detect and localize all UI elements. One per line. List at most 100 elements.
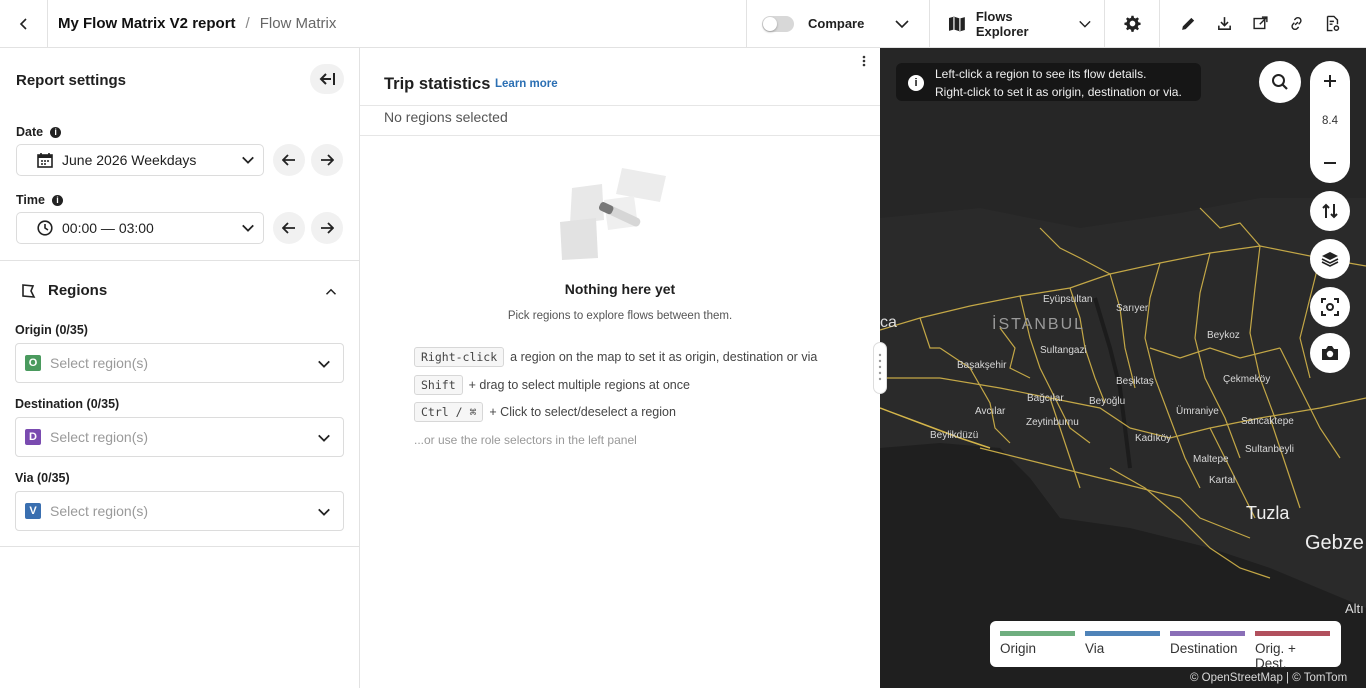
map-search-button[interactable] bbox=[1259, 61, 1301, 103]
map-label-beylikduzu: Beylikdüzü bbox=[930, 430, 979, 441]
key-ctrl: Ctrl / ⌘ bbox=[414, 402, 484, 422]
info-icon: i bbox=[908, 75, 924, 91]
mode-section: Flows Explorer bbox=[929, 0, 1105, 47]
copy-link-button[interactable] bbox=[1284, 12, 1308, 36]
layers-icon bbox=[1321, 252, 1339, 267]
map-attribution[interactable]: © OpenStreetMap | © TomTom bbox=[1190, 672, 1347, 684]
compare-dropdown-button[interactable] bbox=[890, 12, 914, 36]
legend-item-origin: Origin bbox=[1000, 631, 1075, 656]
clock-icon bbox=[37, 220, 53, 236]
map-label-kadikoy: Kadıköy bbox=[1135, 433, 1172, 444]
zoom-in-button[interactable] bbox=[1310, 61, 1350, 101]
zoom-controls: 8.4 bbox=[1310, 61, 1350, 183]
more-options-icon[interactable] bbox=[860, 54, 868, 68]
date-label-row: Date i bbox=[16, 125, 62, 139]
map-label-alti: Altı bbox=[1345, 601, 1364, 616]
time-previous-button[interactable] bbox=[273, 212, 305, 244]
map-label-sancaktepe: Sancaktepe bbox=[1241, 416, 1294, 427]
arrow-right-icon bbox=[321, 154, 334, 166]
panel-resize-handle[interactable] bbox=[873, 342, 887, 394]
chevron-down-icon bbox=[895, 19, 909, 28]
map-label-umraniye: Ümraniye bbox=[1176, 406, 1219, 417]
chevron-down-icon bbox=[318, 508, 330, 516]
swap-direction-button[interactable] bbox=[1310, 191, 1350, 231]
fit-to-view-button[interactable] bbox=[1310, 287, 1350, 327]
download-button[interactable] bbox=[1212, 12, 1236, 36]
chevron-down-icon bbox=[318, 434, 330, 442]
focus-frame-icon bbox=[1321, 298, 1339, 316]
screenshot-button[interactable] bbox=[1310, 333, 1350, 373]
report-settings-button[interactable] bbox=[1320, 12, 1344, 36]
panel-title: Report settings bbox=[16, 72, 127, 89]
hint-ctrl: Ctrl / ⌘ + Click to select/deselect a re… bbox=[414, 402, 676, 422]
arrow-right-icon bbox=[321, 222, 334, 234]
hint-role-selectors: ...or use the role selectors in the left… bbox=[414, 433, 637, 447]
share-icon bbox=[1252, 16, 1268, 30]
edit-button[interactable] bbox=[1176, 12, 1200, 36]
compare-section: Compare bbox=[746, 0, 930, 47]
breadcrumb-separator: / bbox=[245, 15, 250, 32]
calendar-icon bbox=[37, 153, 53, 168]
legend-item-orig-dest: Orig. + Dest. bbox=[1255, 631, 1330, 671]
map-label-sultangazi: Sultangazi bbox=[1040, 345, 1087, 356]
zoom-out-button[interactable] bbox=[1310, 143, 1350, 183]
origin-select[interactable]: O Select region(s) bbox=[15, 343, 344, 383]
map-message-line1: Left-click a region to see its flow deta… bbox=[935, 67, 1147, 81]
gear-icon bbox=[1124, 15, 1141, 32]
hint-text: + Click to select/deselect a region bbox=[489, 405, 676, 419]
map-label-ca: ca bbox=[880, 314, 897, 331]
destination-select[interactable]: D Select region(s) bbox=[15, 417, 344, 457]
map-canvas[interactable] bbox=[880, 48, 1366, 688]
date-previous-button[interactable] bbox=[273, 144, 305, 176]
legend-label: Via bbox=[1085, 641, 1105, 656]
via-badge: V bbox=[25, 503, 41, 519]
no-regions-text: No regions selected bbox=[384, 109, 508, 125]
zoom-level: 8.4 bbox=[1322, 115, 1338, 127]
divider bbox=[0, 260, 359, 261]
time-next-button[interactable] bbox=[311, 212, 343, 244]
hint-shift: Shift + drag to select multiple regions … bbox=[414, 375, 690, 395]
hint-text: + drag to select multiple regions at onc… bbox=[468, 378, 690, 392]
actions-section bbox=[1159, 0, 1366, 47]
info-icon[interactable]: i bbox=[51, 194, 63, 206]
compare-toggle[interactable] bbox=[762, 15, 794, 32]
via-select[interactable]: V Select region(s) bbox=[15, 491, 344, 531]
via-label: Via (0/35) bbox=[15, 471, 70, 485]
destination-placeholder: Select region(s) bbox=[50, 429, 149, 445]
legend-swatch bbox=[1255, 631, 1330, 636]
time-value: 00:00 — 03:00 bbox=[62, 220, 154, 236]
map-label-cekmekoy: Çekmeköy bbox=[1223, 374, 1271, 385]
collapse-panel-button[interactable] bbox=[310, 64, 344, 94]
arrow-left-icon bbox=[282, 154, 295, 166]
legend-label: Destination bbox=[1170, 641, 1238, 656]
divider bbox=[360, 105, 880, 106]
time-label-row: Time i bbox=[16, 193, 63, 207]
empty-state-title: Nothing here yet bbox=[564, 281, 676, 297]
regions-title: Regions bbox=[48, 282, 108, 299]
date-label: Date bbox=[16, 125, 44, 139]
legend-swatch bbox=[1000, 631, 1075, 636]
view-name: Flow Matrix bbox=[259, 15, 337, 32]
destination-label: Destination (0/35) bbox=[15, 397, 120, 411]
report-name[interactable]: My Flow Matrix V2 report bbox=[58, 15, 236, 32]
minus-icon bbox=[1324, 162, 1336, 164]
map-view[interactable]: Eyüpsultan Sarıyer Beykoz İSTANBUL ca Su… bbox=[880, 48, 1366, 688]
settings-button[interactable] bbox=[1121, 12, 1145, 36]
regions-header[interactable]: Regions bbox=[20, 282, 107, 299]
layers-button[interactable] bbox=[1310, 239, 1350, 279]
map-icon bbox=[948, 16, 965, 31]
chevron-up-icon[interactable] bbox=[325, 286, 337, 298]
share-button[interactable] bbox=[1248, 12, 1272, 36]
map-legend: Origin Via Destination Orig. + Dest. bbox=[990, 621, 1341, 671]
map-label-sariyer: Sarıyer bbox=[1116, 303, 1149, 314]
info-icon[interactable]: i bbox=[50, 126, 62, 138]
date-next-button[interactable] bbox=[311, 144, 343, 176]
mode-selector[interactable]: Flows Explorer bbox=[944, 8, 1105, 39]
drag-dots-icon bbox=[878, 353, 882, 381]
trip-statistics-panel: Trip statistics Learn more No regions se… bbox=[360, 48, 880, 688]
date-select[interactable]: June 2026 Weekdays bbox=[16, 144, 264, 176]
learn-more-link[interactable]: Learn more bbox=[495, 78, 558, 90]
back-button[interactable] bbox=[0, 0, 48, 47]
time-select[interactable]: 00:00 — 03:00 bbox=[16, 212, 264, 244]
document-gear-icon bbox=[1326, 15, 1339, 32]
